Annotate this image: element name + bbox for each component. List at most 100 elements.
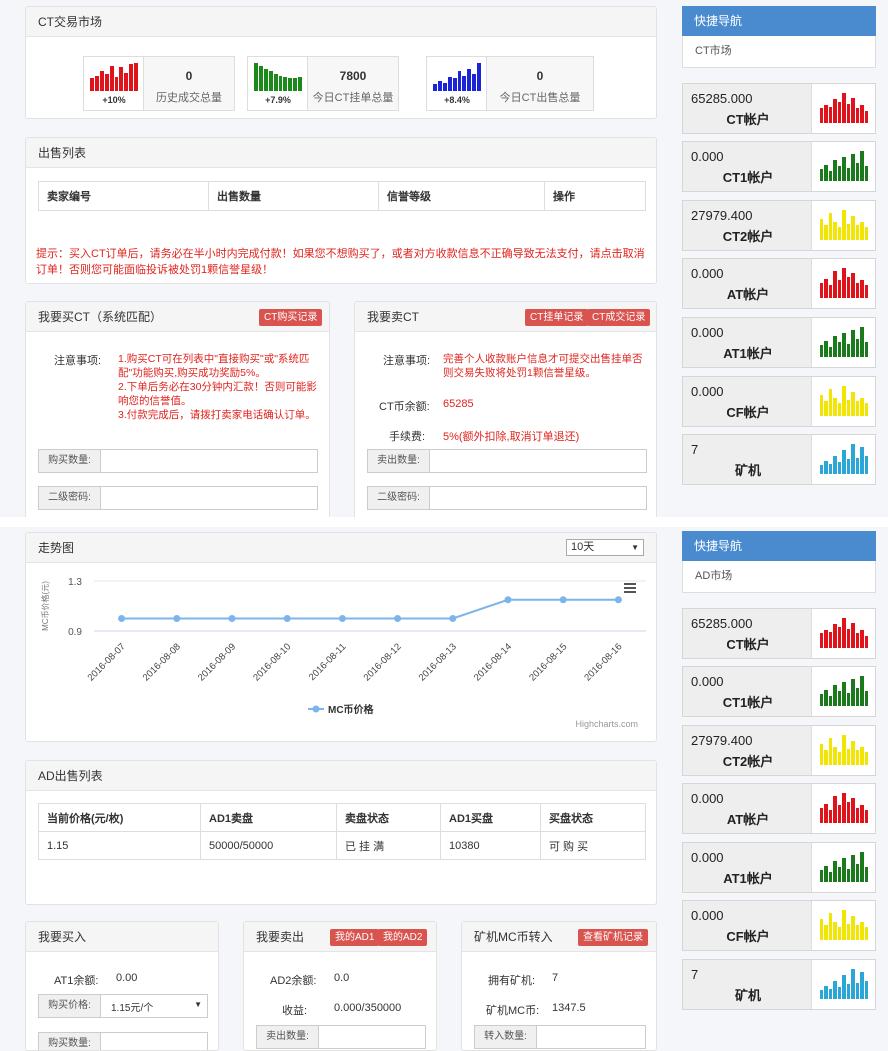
table-row: 1.15 50000/50000 已 挂 满 10380 可 购 买 — [38, 831, 646, 860]
transfer-qty-field[interactable]: 转入数量: — [474, 1025, 646, 1049]
buy-pwd-field[interactable]: 二级密码: — [38, 486, 318, 510]
x-tick-label: 2016-08-09 — [196, 641, 238, 683]
mini-bars — [820, 386, 868, 416]
mini-bar — [864, 926, 868, 940]
mini-bar-chart: +10% — [84, 57, 144, 110]
buy-qty-label: 购买数量: — [39, 450, 101, 472]
mini-bar — [855, 283, 860, 298]
mini-bar — [124, 72, 129, 91]
mini-bar — [864, 867, 868, 882]
mini-bar — [860, 922, 864, 940]
col-ad1-sell: AD1卖盘 — [200, 803, 337, 832]
nav-item-ct-market[interactable]: CT市场 — [682, 36, 876, 68]
sell-pwd-field[interactable]: 二级密码: — [367, 486, 647, 510]
account-value: 65285.000 — [691, 91, 753, 106]
mini-bar — [855, 750, 860, 765]
mini-bar — [837, 691, 842, 706]
range-select[interactable]: 10天 ▼ — [566, 539, 644, 556]
menu-icon[interactable] — [624, 583, 636, 585]
sell-out-qty-field[interactable]: 卖出数量: — [256, 1025, 426, 1049]
account-name: CT2帐户 — [722, 754, 774, 769]
mini-bar — [824, 865, 828, 882]
account-card[interactable]: 65285.000 CT帐户 — [682, 83, 876, 134]
mini-bar — [860, 280, 864, 298]
mini-bar — [842, 618, 846, 648]
buy-qty-input[interactable] — [102, 452, 315, 470]
miner-record-button[interactable]: 查看矿机记录 — [578, 929, 648, 946]
mini-bar — [842, 450, 846, 474]
sell-pwd-input[interactable] — [431, 489, 644, 507]
transfer-qty-input[interactable] — [538, 1028, 643, 1046]
account-name: CF帐户 — [726, 929, 770, 944]
ct-buy-record-button[interactable]: CT购买记录 — [259, 309, 323, 326]
ad-table: 当前价格(元/枚) AD1卖盘 卖盘状态 AD1买盘 买盘状态 1.15 500… — [38, 803, 646, 860]
cell-price: 1.15 — [38, 831, 201, 860]
account-card[interactable]: 7 矿机 — [682, 959, 876, 1010]
mini-bar — [860, 398, 864, 416]
fee-label: 手续费: — [389, 431, 426, 443]
mini-bars — [90, 63, 139, 91]
buy-in-qty-field[interactable]: 购买数量: — [38, 1032, 208, 1050]
at1-balance-label: AT1余额: — [54, 975, 99, 987]
account-card[interactable]: 65285.000 CT帐户 — [682, 608, 876, 659]
account-card[interactable]: 0.000 CT1帐户 — [682, 666, 876, 717]
account-card[interactable]: 0.000 CF帐户 — [682, 900, 876, 951]
mini-bar — [477, 63, 482, 91]
menu-icon[interactable] — [624, 587, 636, 589]
account-name: AT1帐户 — [723, 346, 773, 361]
account-card[interactable]: 0.000 CT1帐户 — [682, 141, 876, 192]
account-name: CT2帐户 — [722, 229, 774, 244]
sell-pwd-label: 二级密码: — [368, 487, 430, 509]
ct-deal-record-button[interactable]: CT成交记录 — [587, 309, 651, 326]
mini-bar — [437, 81, 442, 91]
mini-bar — [855, 688, 860, 706]
mini-bars — [820, 910, 868, 940]
mini-bar — [864, 751, 868, 765]
account-card[interactable]: 0.000 AT帐户 — [682, 783, 876, 834]
account-value: 27979.400 — [691, 208, 753, 223]
account-card[interactable]: 27979.400 CT2帐户 — [682, 200, 876, 251]
sell-qty-input[interactable] — [431, 452, 644, 470]
mini-bar — [864, 981, 868, 999]
mini-bar — [820, 108, 824, 123]
mini-bar — [833, 861, 837, 882]
cell-buy-status: 可 购 买 — [540, 831, 646, 860]
buy-pwd-input[interactable] — [102, 489, 315, 507]
ct-order-record-button[interactable]: CT挂单记录 — [525, 309, 589, 326]
nav-item-ad-market[interactable]: AD市场 — [682, 561, 876, 593]
mini-bars — [820, 735, 868, 765]
account-value: 0.000 — [691, 384, 724, 399]
mini-bars — [820, 852, 868, 882]
mini-bar — [833, 336, 837, 357]
buy-notes: 1.购买CT可在列表中"直接购买"或"系统匹配"功能购买,购买成功奖励5%。 2… — [118, 352, 318, 422]
data-point — [173, 615, 181, 622]
account-card[interactable]: 0.000 AT1帐户 — [682, 317, 876, 368]
col-action: 操作 — [544, 181, 646, 211]
account-card[interactable]: 27979.400 CT2帐户 — [682, 725, 876, 776]
sell-out-qty-input[interactable] — [320, 1028, 423, 1046]
legend-marker — [312, 705, 320, 713]
buy-in-qty-input[interactable] — [102, 1035, 205, 1050]
mini-bar — [837, 867, 842, 882]
account-card[interactable]: 7 矿机 — [682, 434, 876, 485]
mini-bar — [828, 631, 833, 648]
menu-icon[interactable] — [624, 591, 636, 593]
buy-qty-field[interactable]: 购买数量: — [38, 449, 318, 473]
my-ad1-button[interactable]: 我的AD1 — [330, 929, 380, 946]
mini-bar-chart: +8.4% — [427, 57, 487, 110]
mini-bar — [860, 747, 864, 765]
account-card[interactable]: 0.000 AT1帐户 — [682, 842, 876, 893]
mini-bar — [833, 456, 837, 474]
account-card[interactable]: 0.000 CF帐户 — [682, 376, 876, 427]
mini-bar — [833, 99, 837, 123]
account-name: AT1帐户 — [723, 871, 773, 886]
my-ad2-button[interactable]: 我的AD2 — [378, 929, 428, 946]
account-name: CT1帐户 — [722, 695, 774, 710]
sell-qty-field[interactable]: 卖出数量: — [367, 449, 647, 473]
account-card[interactable]: 0.000 AT帐户 — [682, 258, 876, 309]
mini-bar — [452, 78, 457, 91]
mini-bar — [851, 916, 855, 940]
buy-price-select[interactable]: 购买价格: 1.15元/个 ▼ — [38, 994, 208, 1018]
mini-bar — [268, 71, 273, 91]
mini-bar — [842, 910, 846, 940]
